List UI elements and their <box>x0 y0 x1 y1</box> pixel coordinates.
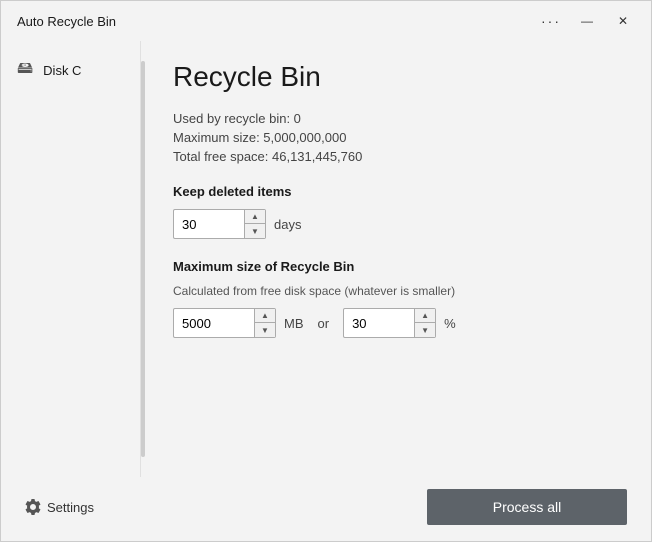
mb-spinner: ▲ ▼ <box>173 308 276 338</box>
days-spinner-buttons: ▲ ▼ <box>244 210 265 238</box>
settings-link[interactable]: Settings <box>25 499 94 515</box>
sidebar-item-disk-c[interactable]: 🖴 Disk C <box>1 49 140 92</box>
max-size-input-row: ▲ ▼ MB or ▲ ▼ % <box>173 308 623 338</box>
days-decrement-button[interactable]: ▼ <box>245 224 265 238</box>
keep-deleted-section: Keep deleted items ▲ ▼ days <box>173 184 623 239</box>
title-bar-controls: ··· — ✕ <box>535 5 639 37</box>
days-spinner: ▲ ▼ <box>173 209 266 239</box>
close-icon: ✕ <box>618 14 628 28</box>
mb-decrement-button[interactable]: ▼ <box>255 323 275 337</box>
days-input[interactable] <box>174 210 244 238</box>
main-content: Recycle Bin Used by recycle bin: 0 Maxim… <box>145 41 651 477</box>
settings-label: Settings <box>47 500 94 515</box>
or-label: or <box>318 316 330 331</box>
main-window: Auto Recycle Bin ··· — ✕ 🖴 Disk C R <box>0 0 652 542</box>
title-bar-left: Auto Recycle Bin <box>17 14 116 29</box>
more-options-icon: ··· <box>541 13 561 29</box>
percent-increment-button[interactable]: ▲ <box>415 309 435 323</box>
mb-spinner-buttons: ▲ ▼ <box>254 309 275 337</box>
mb-input[interactable] <box>174 309 254 337</box>
content-area: 🖴 Disk C Recycle Bin Used by recycle bin… <box>1 41 651 477</box>
title-bar: Auto Recycle Bin ··· — ✕ <box>1 1 651 41</box>
keep-deleted-label: Keep deleted items <box>173 184 623 199</box>
percent-unit-label: % <box>444 316 456 331</box>
days-increment-button[interactable]: ▲ <box>245 210 265 224</box>
minimize-icon: — <box>581 14 593 28</box>
keep-deleted-input-row: ▲ ▼ days <box>173 209 623 239</box>
mb-increment-button[interactable]: ▲ <box>255 309 275 323</box>
mb-unit-label: MB <box>284 316 304 331</box>
max-size-line: Maximum size: 5,000,000,000 <box>173 130 623 145</box>
max-size-sub-label: Calculated from free disk space (whateve… <box>173 284 623 298</box>
total-free-line: Total free space: 46,131,445,760 <box>173 149 623 164</box>
gear-icon <box>25 499 41 515</box>
hdd-icon: 🖴 <box>17 57 33 84</box>
close-button[interactable]: ✕ <box>607 5 639 37</box>
sidebar: 🖴 Disk C <box>1 41 141 477</box>
process-all-label: Process all <box>493 499 561 515</box>
max-size-section: Maximum size of Recycle Bin Calculated f… <box>173 259 623 338</box>
page-title: Recycle Bin <box>173 61 623 93</box>
process-all-button[interactable]: Process all <box>427 489 627 525</box>
max-size-section-label: Maximum size of Recycle Bin <box>173 259 623 274</box>
percent-decrement-button[interactable]: ▼ <box>415 323 435 337</box>
footer: Settings Process all <box>1 477 651 541</box>
days-unit-label: days <box>274 217 301 232</box>
sidebar-item-label: Disk C <box>43 63 81 78</box>
app-title: Auto Recycle Bin <box>17 14 116 29</box>
percent-input[interactable] <box>344 309 414 337</box>
used-by-line: Used by recycle bin: 0 <box>173 111 623 126</box>
more-options-button[interactable]: ··· <box>535 5 567 37</box>
percent-spinner: ▲ ▼ <box>343 308 436 338</box>
minimize-button[interactable]: — <box>571 5 603 37</box>
percent-spinner-buttons: ▲ ▼ <box>414 309 435 337</box>
